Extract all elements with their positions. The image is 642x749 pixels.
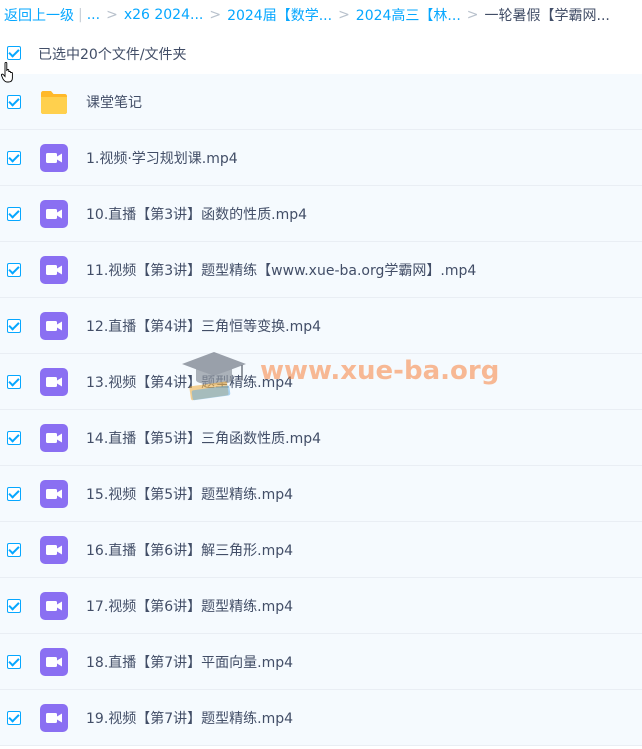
file-row[interactable]: 15.视频【第5讲】题型精练.mp4 bbox=[0, 466, 642, 522]
file-checkbox[interactable] bbox=[7, 543, 21, 557]
file-name[interactable]: 1.视频·学习规划课.mp4 bbox=[86, 148, 238, 168]
file-checkbox[interactable] bbox=[7, 263, 21, 277]
file-name[interactable]: 14.直播【第5讲】三角函数性质.mp4 bbox=[86, 428, 321, 448]
breadcrumb-item-3[interactable]: 2024高三【林... bbox=[356, 5, 461, 25]
video-file-icon bbox=[40, 704, 68, 732]
file-checkbox[interactable] bbox=[7, 207, 21, 221]
video-file-icon bbox=[40, 536, 68, 564]
file-checkbox[interactable] bbox=[7, 151, 21, 165]
file-checkbox[interactable] bbox=[7, 711, 21, 725]
file-row[interactable]: 19.视频【第7讲】题型精练.mp4 bbox=[0, 690, 642, 746]
file-checkbox[interactable] bbox=[7, 431, 21, 445]
back-link[interactable]: 返回上一级 bbox=[4, 5, 74, 25]
video-file-icon bbox=[40, 144, 68, 172]
select-all-checkbox[interactable] bbox=[7, 46, 21, 60]
selection-count-label: 已选中20个文件/文件夹 bbox=[38, 47, 187, 63]
file-row[interactable]: 10.直播【第3讲】函数的性质.mp4 bbox=[0, 186, 642, 242]
breadcrumb-separator: > bbox=[466, 7, 479, 23]
hand-cursor-icon bbox=[1, 62, 13, 83]
file-name[interactable]: 15.视频【第5讲】题型精练.mp4 bbox=[86, 484, 293, 504]
file-name[interactable]: 11.视频【第3讲】题型精练【www.xue-ba.org学霸网】.mp4 bbox=[86, 260, 476, 280]
breadcrumb-separator: > bbox=[338, 7, 350, 23]
file-row[interactable]: 13.视频【第4讲】题型精练.mp4 bbox=[0, 354, 642, 410]
file-row[interactable]: 课堂笔记 bbox=[0, 74, 642, 130]
file-checkbox[interactable] bbox=[7, 95, 21, 109]
file-list: 课堂笔记 1.视频·学习规划课.mp4 10.直播【第3讲】函数的性质.mp4 11.… bbox=[0, 74, 642, 746]
file-name[interactable]: 13.视频【第4讲】题型精练.mp4 bbox=[86, 372, 293, 392]
file-name[interactable]: 12.直播【第4讲】三角恒等变换.mp4 bbox=[86, 316, 321, 336]
file-checkbox[interactable] bbox=[7, 599, 21, 613]
breadcrumb-separator: > bbox=[106, 7, 118, 23]
file-name[interactable]: 18.直播【第7讲】平面向量.mp4 bbox=[86, 652, 293, 672]
selection-bar: 已选中20个文件/文件夹 bbox=[0, 36, 642, 70]
video-file-icon bbox=[40, 312, 68, 340]
file-row[interactable]: 12.直播【第4讲】三角恒等变换.mp4 bbox=[0, 298, 642, 354]
file-name[interactable]: 17.视频【第6讲】题型精练.mp4 bbox=[86, 596, 293, 616]
breadcrumb-separator: > bbox=[209, 7, 222, 23]
file-name[interactable]: 19.视频【第7讲】题型精练.mp4 bbox=[86, 708, 293, 728]
file-row[interactable]: 11.视频【第3讲】题型精练【www.xue-ba.org学霸网】.mp4 bbox=[0, 242, 642, 298]
file-checkbox[interactable] bbox=[7, 487, 21, 501]
file-row[interactable]: 18.直播【第7讲】平面向量.mp4 bbox=[0, 634, 642, 690]
file-checkbox[interactable] bbox=[7, 319, 21, 333]
breadcrumb-item-2[interactable]: 2024届【数学... bbox=[227, 5, 332, 25]
video-file-icon bbox=[40, 368, 68, 396]
file-row[interactable]: 17.视频【第6讲】题型精练.mp4 bbox=[0, 578, 642, 634]
file-checkbox[interactable] bbox=[7, 655, 21, 669]
breadcrumb-pipe: | bbox=[78, 7, 83, 23]
breadcrumb: 返回上一级 | ... > x26 2024... > 2024届【数学... … bbox=[0, 0, 642, 30]
video-file-icon bbox=[40, 648, 68, 676]
file-row[interactable]: 14.直播【第5讲】三角函数性质.mp4 bbox=[0, 410, 642, 466]
breadcrumb-current: 一轮暑假【学霸网... bbox=[484, 8, 610, 24]
file-name[interactable]: 课堂笔记 bbox=[86, 92, 142, 112]
file-checkbox[interactable] bbox=[7, 375, 21, 389]
folder-icon bbox=[40, 88, 68, 116]
file-row[interactable]: 16.直播【第6讲】解三角形.mp4 bbox=[0, 522, 642, 578]
video-file-icon bbox=[40, 424, 68, 452]
breadcrumb-ellipsis[interactable]: ... bbox=[87, 7, 100, 23]
video-file-icon bbox=[40, 480, 68, 508]
video-file-icon bbox=[40, 592, 68, 620]
file-row[interactable]: 1.视频·学习规划课.mp4 bbox=[0, 130, 642, 186]
file-name[interactable]: 16.直播【第6讲】解三角形.mp4 bbox=[86, 540, 293, 560]
video-file-icon bbox=[40, 200, 68, 228]
file-name[interactable]: 10.直播【第3讲】函数的性质.mp4 bbox=[86, 204, 307, 224]
video-file-icon bbox=[40, 256, 68, 284]
breadcrumb-item-1[interactable]: x26 2024... bbox=[124, 7, 204, 23]
